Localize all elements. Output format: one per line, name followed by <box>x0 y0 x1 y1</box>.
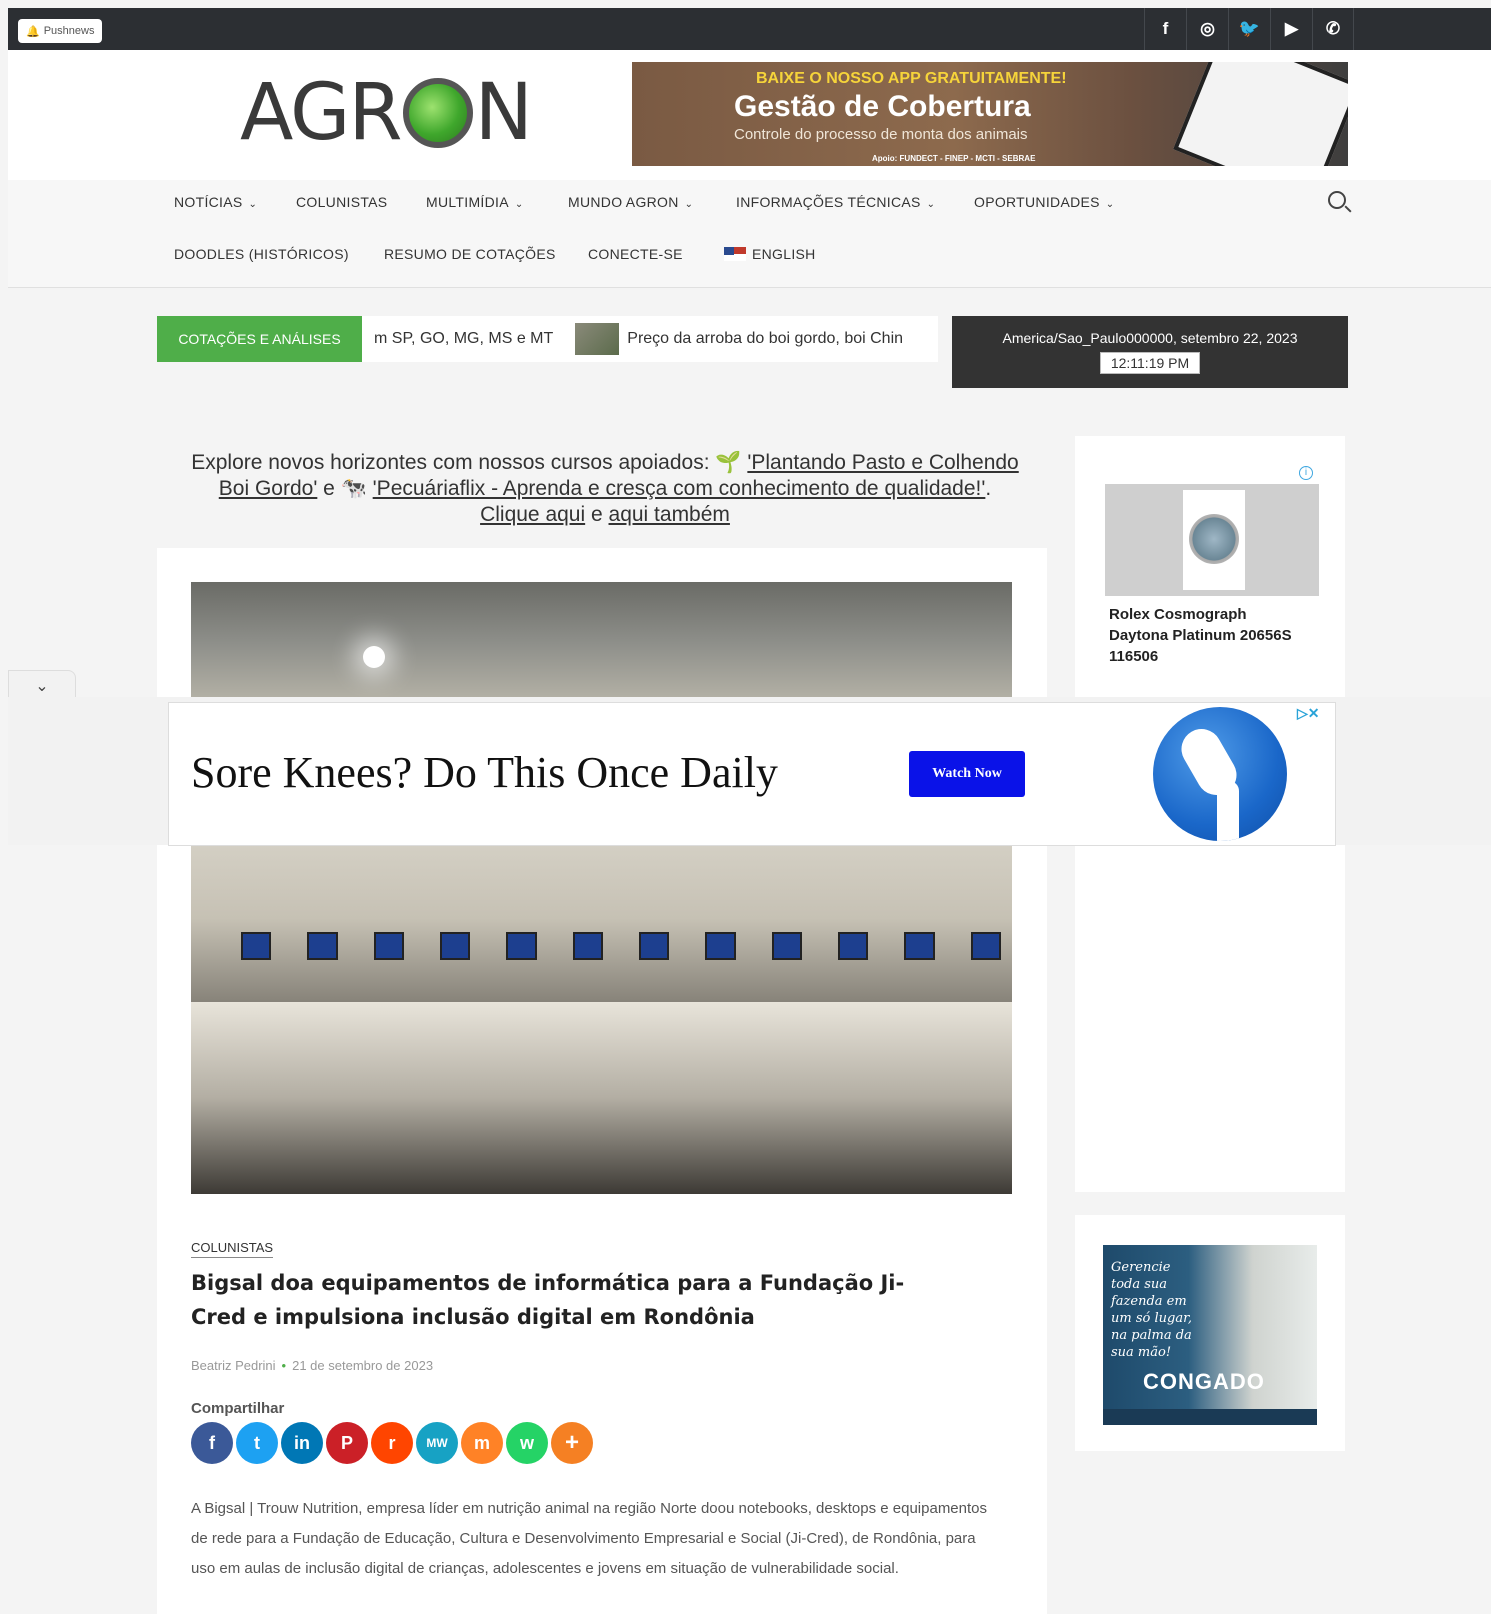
share-facebook-icon[interactable]: f <box>191 1422 233 1464</box>
congado-tagline: Gerencie toda sua fazenda em um só lugar… <box>1111 1260 1192 1360</box>
knee-icon <box>1153 707 1287 841</box>
chevron-down-icon: ⌄ <box>684 199 694 210</box>
chevron-down-icon: ⌄ <box>926 199 936 210</box>
congado-banner: Gerencie toda sua fazenda em um só lugar… <box>1103 1245 1317 1425</box>
banner-top-text: BAIXE O NOSSO APP GRATUITAMENTE! <box>756 70 1067 87</box>
courses-promo: Explore novos horizontes com nossos curs… <box>191 451 1019 526</box>
app-banner[interactable]: BAIXE O NOSSO APP GRATUITAMENTE! Gestão … <box>632 62 1348 166</box>
share-reddit-icon[interactable]: r <box>371 1422 413 1464</box>
ticker-thumbnail <box>575 323 620 355</box>
monitor-row <box>241 932 1001 992</box>
watch-image <box>1105 484 1319 596</box>
nav-oportunidades[interactable]: OPORTUNIDADES ⌄ <box>974 194 1114 210</box>
chevron-down-icon: ⌄ <box>248 199 258 210</box>
course-link-pecuariaflix[interactable]: 'Pecuáriaflix - Aprenda e cresça com con… <box>373 477 986 500</box>
nav-conecte-se[interactable]: CONECTE-SE <box>588 246 683 262</box>
article-date: 21 de setembro de 2023 <box>292 1358 434 1373</box>
nav-english[interactable]: ENGLISH <box>724 246 816 262</box>
article-category[interactable]: COLUNISTAS <box>191 1240 274 1258</box>
share-more-icon[interactable]: + <box>551 1422 593 1464</box>
top-bar: 🔔 Pushnews f ◎ 🐦 ▶ ✆ <box>8 8 1491 50</box>
ceiling-light <box>363 646 385 668</box>
clock-time: 12:11:19 PM <box>1099 352 1201 374</box>
ticker-item[interactable]: Preço da arroba do boi gordo, boi Chin <box>627 330 903 348</box>
nav-mundo-agron[interactable]: MUNDO AGRON ⌄ <box>568 194 693 210</box>
article-title: Bigsal doa equipamentos de informática p… <box>191 1271 905 1329</box>
chevron-down-icon: ⌄ <box>1105 199 1115 210</box>
watch-icon <box>1183 490 1245 590</box>
logo-text-right: N <box>474 68 533 158</box>
ticker-label[interactable]: COTAÇÕES E ANÁLISES <box>157 316 362 362</box>
congado-brand: CONGADO <box>1143 1369 1265 1394</box>
nav-resumo-cotacoes[interactable]: RESUMO DE COTAÇÕES <box>384 246 556 262</box>
nav-colunistas[interactable]: COLUNISTAS <box>296 194 387 210</box>
share-pinterest-icon[interactable]: P <box>326 1422 368 1464</box>
chevron-down-icon: ⌄ <box>514 199 524 210</box>
share-twitter-icon[interactable]: t <box>236 1422 278 1464</box>
article-meta: Beatriz Pedrini • 21 de setembro de 2023 <box>191 1358 434 1373</box>
instagram-icon[interactable]: ◎ <box>1186 8 1228 50</box>
article-body: A Bigsal | Trouw Nutrition, empresa líde… <box>191 1500 988 1577</box>
share-mix-icon[interactable]: m <box>461 1422 503 1464</box>
share-label: Compartilhar <box>191 1400 285 1417</box>
phone-mockup <box>1173 62 1348 166</box>
congado-footer-bar <box>1103 1409 1317 1425</box>
whatsapp-icon[interactable]: ✆ <box>1312 8 1354 50</box>
banner-main-text: Gestão de Cobertura <box>734 90 1031 123</box>
watch-now-button[interactable]: Watch Now <box>909 751 1025 797</box>
collapse-ad-button[interactable]: ⌄ <box>8 670 76 700</box>
search-icon[interactable] <box>1328 191 1346 209</box>
article-hero-image <box>191 582 1012 1194</box>
us-flag-icon <box>724 247 746 261</box>
sticky-ad[interactable]: Sore Knees? Do This Once Daily Watch Now… <box>168 702 1336 846</box>
site-header: AGR N BAIXE O NOSSO APP GRATUITAMENTE! Ge… <box>8 50 1491 180</box>
nav-informacoes-tecnicas[interactable]: INFORMAÇÕES TÉCNICAS ⌄ <box>736 194 935 210</box>
watch-ad-title[interactable]: Rolex Cosmograph Daytona Platinum 20656S… <box>1109 604 1309 667</box>
pushnews-label: Pushnews <box>43 25 95 37</box>
agron-logo[interactable]: AGR N <box>240 68 533 158</box>
share-buttons: f t in P r MW m w + <box>191 1422 593 1464</box>
social-links: f ◎ 🐦 ▶ ✆ <box>1144 8 1354 50</box>
clock-date: America/Sao_Paulo000000, setembro 22, 20… <box>1002 330 1298 346</box>
share-whatsapp-icon[interactable]: w <box>506 1422 548 1464</box>
chevron-down-icon: ⌄ <box>35 677 49 695</box>
twitter-icon[interactable]: 🐦 <box>1228 8 1270 50</box>
nav-noticias[interactable]: NOTÍCIAS ⌄ <box>174 194 257 210</box>
bell-icon: 🔔 <box>26 25 40 38</box>
main-nav: NOTÍCIAS ⌄ COLUNISTAS MULTIMÍDIA ⌄ MUNDO A… <box>8 180 1491 288</box>
news-ticker[interactable]: m SP, GO, MG, MS e MT Preço da arroba do… <box>362 316 938 362</box>
ad-info-icon[interactable]: i <box>1299 466 1313 480</box>
sidebar-ad-congado[interactable]: Gerencie toda sua fazenda em um só lugar… <box>1075 1215 1345 1451</box>
facebook-icon[interactable]: f <box>1144 8 1186 50</box>
logo-circle-icon <box>402 78 473 148</box>
pushnews-badge[interactable]: 🔔 Pushnews <box>18 19 103 43</box>
adchoices-close-icon[interactable]: ▷✕ <box>1297 705 1320 722</box>
share-mewe-icon[interactable]: MW <box>416 1422 458 1464</box>
ticker-item[interactable]: m SP, GO, MG, MS e MT <box>374 330 553 348</box>
share-linkedin-icon[interactable]: in <box>281 1422 323 1464</box>
banner-sub-text: Controle do processo de monta dos animai… <box>734 126 1028 143</box>
banner-footer-text: Apoio: FUNDECT - FINEP - MCTI - SEBRAE <box>872 154 1036 163</box>
youtube-icon[interactable]: ▶ <box>1270 8 1312 50</box>
article-author[interactable]: Beatriz Pedrini <box>191 1358 276 1373</box>
nav-doodles[interactable]: DOODLES (HISTÓRICOS) <box>174 246 349 262</box>
ad-headline[interactable]: Sore Knees? Do This Once Daily <box>191 747 778 798</box>
click-here-link[interactable]: Clique aqui <box>480 503 585 526</box>
here-too-link[interactable]: aqui também <box>609 503 730 526</box>
nav-multimidia[interactable]: MULTIMÍDIA ⌄ <box>426 194 524 210</box>
classroom-desks <box>191 1002 1012 1194</box>
logo-text-left: AGR <box>240 68 403 158</box>
clock-widget: America/Sao_Paulo000000, setembro 22, 20… <box>952 316 1348 388</box>
